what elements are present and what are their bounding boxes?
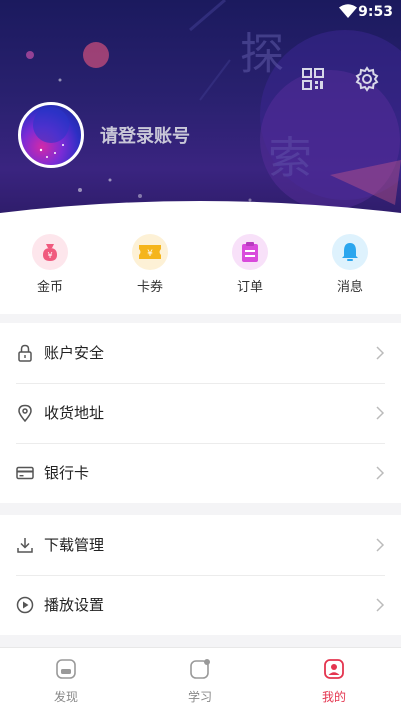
- menu-item-label: 收货地址: [44, 404, 105, 422]
- discover-icon: [56, 659, 76, 679]
- menu-group-media: 下载管理 播放设置: [0, 515, 401, 635]
- menu-item-download-manager[interactable]: 下载管理: [0, 515, 401, 575]
- chevron-right-icon: [376, 466, 385, 480]
- quick-actions: ¥ 金币 ¥ 卡券 订单 消息: [0, 222, 401, 314]
- profile-header: 探 索 9:53 请登录账号: [0, 0, 401, 225]
- menu-item-account-security[interactable]: 账户安全: [0, 323, 401, 383]
- quick-action-label: 卡券: [136, 280, 163, 295]
- tab-study[interactable]: 学习: [160, 658, 240, 705]
- money-bag-icon: ¥: [32, 234, 68, 270]
- order-clipboard-icon: [232, 234, 268, 270]
- quick-action-orders[interactable]: 订单: [220, 234, 280, 295]
- menu-item-bank-card[interactable]: 银行卡: [0, 443, 401, 503]
- quick-action-label: 金币: [36, 280, 63, 295]
- tab-label: 学习: [187, 690, 212, 704]
- study-icon: [190, 659, 210, 679]
- gear-icon[interactable]: [354, 66, 380, 92]
- quick-action-coins[interactable]: ¥ 金币: [20, 234, 80, 295]
- chevron-right-icon: [376, 406, 385, 420]
- chevron-right-icon: [376, 538, 385, 552]
- status-bar: 9:53: [0, 0, 401, 24]
- login-prompt[interactable]: 请登录账号: [100, 122, 190, 148]
- chevron-right-icon: [376, 346, 385, 360]
- quick-action-messages[interactable]: 消息: [320, 234, 380, 295]
- quick-action-label: 订单: [236, 280, 263, 295]
- menu-item-label: 账户安全: [44, 344, 105, 362]
- header-deco-text-2: 索: [268, 133, 312, 184]
- tab-discover[interactable]: 发现: [26, 658, 106, 705]
- menu-item-shipping-address[interactable]: 收货地址: [0, 383, 401, 443]
- chevron-right-icon: [376, 598, 385, 612]
- menu-group-account: 账户安全 收货地址 银行卡: [0, 323, 401, 503]
- qr-code-icon[interactable]: [300, 66, 326, 92]
- play-circle-icon: [16, 596, 34, 614]
- tab-mine[interactable]: 我的: [294, 658, 374, 705]
- bank-card-icon: [16, 466, 34, 480]
- menu-item-playback-settings[interactable]: 播放设置: [0, 575, 401, 635]
- quick-action-label: 消息: [336, 280, 363, 295]
- ticket-icon: ¥: [132, 234, 168, 270]
- avatar[interactable]: [18, 102, 84, 168]
- wifi-icon: [339, 4, 357, 18]
- download-icon: [17, 538, 33, 553]
- menu-item-label: 下载管理: [44, 536, 105, 554]
- status-time: 9:53: [358, 4, 393, 20]
- bottom-tab-bar: 发现 学习 我的: [0, 647, 401, 710]
- svg-text:¥: ¥: [47, 251, 52, 260]
- menu-item-label: 银行卡: [44, 464, 90, 482]
- header-deco-text-1: 探: [240, 29, 284, 80]
- header-wave: [0, 201, 401, 225]
- tab-label: 我的: [321, 690, 346, 704]
- profile-icon: [324, 659, 344, 679]
- avatar-image: [33, 107, 69, 158]
- tab-label: 发现: [53, 690, 78, 704]
- location-pin-icon: [18, 404, 32, 422]
- menu-item-label: 播放设置: [44, 596, 105, 614]
- bell-icon: [332, 234, 368, 270]
- svg-text:¥: ¥: [147, 249, 153, 259]
- lock-icon: [18, 344, 32, 362]
- quick-action-coupons[interactable]: ¥ 卡券: [120, 234, 180, 295]
